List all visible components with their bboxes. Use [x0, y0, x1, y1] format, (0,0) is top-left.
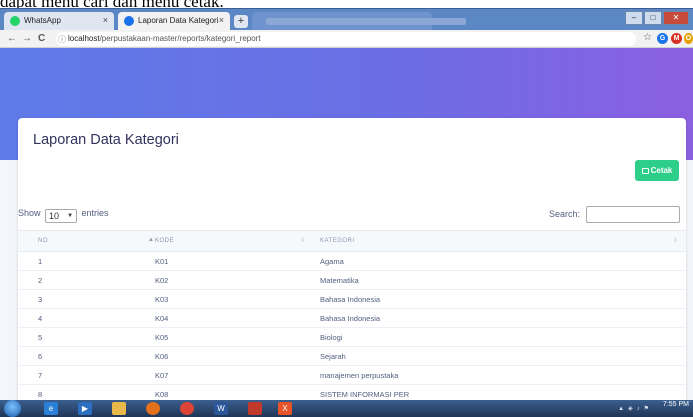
cell-kategori: Agama: [320, 257, 344, 266]
media-icon[interactable]: ▶: [78, 402, 92, 415]
cell-no: 7: [38, 371, 43, 380]
page-length-value: 10: [49, 211, 60, 221]
cell-no: 5: [38, 333, 43, 342]
whatsapp-icon: [10, 16, 20, 26]
report-card: Laporan Data Kategori Cetak Show 10 ▼ ent…: [18, 118, 686, 400]
table-row: 1 K01 Agama: [18, 252, 686, 271]
cell-kode: K08: [155, 390, 169, 399]
cell-no: 4: [38, 314, 43, 323]
bookmark-star-icon[interactable]: ☆: [643, 32, 652, 43]
cell-no: 6: [38, 352, 43, 361]
cell-no: 1: [38, 257, 43, 266]
page-length-select[interactable]: 10 ▼: [45, 209, 78, 223]
tab-blurred[interactable]: [252, 12, 466, 31]
tab-label: Laporan Data Kategori: [138, 16, 219, 25]
cell-kategori: Bahasa Indonesia: [320, 295, 381, 304]
search-input[interactable]: [586, 206, 680, 223]
table-row: 2 K02 Matematika: [18, 271, 686, 290]
address-bar: ← → C ⓘ localhost/perpustakaan-master/re…: [0, 30, 693, 48]
page-viewport: Laporan Data Kategori Cetak Show 10 ▼ ent…: [0, 48, 693, 400]
table-row: 5 K05 Biologi: [18, 328, 686, 347]
cell-kode: K07: [155, 371, 169, 380]
print-button[interactable]: Cetak: [635, 160, 679, 181]
forward-icon[interactable]: →: [22, 33, 32, 44]
print-button-label: Cetak: [650, 166, 673, 175]
column-header-no[interactable]: NO: [38, 238, 48, 244]
screenshot-frame: dapat menu cari dan menu cetak. WhatsApp…: [0, 0, 693, 417]
page-favicon-icon: [124, 16, 134, 26]
start-orb-icon[interactable]: [4, 400, 21, 417]
window-controls: – □ ✕: [625, 11, 689, 25]
printer-icon: [641, 168, 649, 174]
window-close-button[interactable]: ✕: [663, 11, 689, 25]
cell-kategori: Biologi: [320, 333, 343, 342]
cell-kategori: Matematika: [320, 276, 359, 285]
cell-no: 8: [38, 390, 43, 399]
chevron-down-icon: ▼: [67, 213, 74, 219]
show-label: Show: [18, 208, 41, 218]
word-icon[interactable]: W: [214, 402, 228, 415]
url-path: /perpustakaan-master/reports/kategori_re…: [99, 34, 261, 43]
blurred-tab-title: [266, 18, 466, 25]
sort-icon[interactable]: ⇕: [300, 237, 305, 244]
folder-icon[interactable]: [112, 402, 126, 415]
cell-kode: K02: [155, 276, 169, 285]
sort-icon[interactable]: ⇕: [673, 237, 678, 244]
table-row: 3 K03 Bahasa Indonesia: [18, 290, 686, 309]
extension-2-icon[interactable]: M: [671, 33, 682, 44]
info-icon[interactable]: ⓘ: [58, 34, 66, 45]
page-title: Laporan Data Kategori: [33, 132, 179, 148]
extension-3-icon[interactable]: O: [684, 33, 693, 44]
new-tab-button[interactable]: +: [234, 15, 248, 28]
back-icon[interactable]: ←: [7, 33, 17, 44]
maximize-button[interactable]: □: [644, 11, 662, 25]
browser-tabbar: WhatsApp × Laporan Data Kategori × + – □…: [0, 8, 693, 31]
cell-no: 3: [38, 295, 43, 304]
table-row: 7 K07 manajemen perpustaka: [18, 366, 686, 385]
system-tray-icons[interactable]: ▲◈♪⚑: [618, 405, 653, 412]
column-header-kode[interactable]: KODE: [155, 238, 174, 244]
cell-kode: K03: [155, 295, 169, 304]
cell-kategori: Sejarah: [320, 352, 346, 361]
cell-kode: K05: [155, 333, 169, 342]
xampp-icon[interactable]: X: [278, 402, 292, 415]
cell-kode: K06: [155, 352, 169, 361]
clock[interactable]: 7:55 PM: [663, 401, 689, 408]
entries-label: entries: [81, 208, 109, 218]
tab-close-icon[interactable]: ×: [103, 15, 108, 25]
url-field[interactable]: ⓘ localhost/perpustakaan-master/reports/…: [56, 32, 636, 46]
kategori-table: NO ▲ KODE ⇕ KATEGORI ⇕ 1 K01 Agama 2 K02…: [18, 230, 686, 400]
table-row: 8 K08 SISTEM INFORMASI PER: [18, 385, 686, 400]
minimize-button[interactable]: –: [625, 11, 643, 25]
tab-close-icon[interactable]: ×: [219, 15, 224, 25]
tab-label: WhatsApp: [24, 16, 61, 25]
tab-laporan[interactable]: Laporan Data Kategori ×: [118, 12, 230, 31]
cell-kode: K04: [155, 314, 169, 323]
cell-kategori: SISTEM INFORMASI PER: [320, 390, 410, 399]
page-length-control: Show 10 ▼ entries: [18, 208, 109, 223]
table-header: NO ▲ KODE ⇕ KATEGORI ⇕: [18, 230, 686, 252]
app-icon[interactable]: [248, 402, 262, 415]
os-taskbar: e ▶ W X ▲◈♪⚑ 7:55 PM: [0, 400, 693, 417]
cell-kode: K01: [155, 257, 169, 266]
chrome-icon[interactable]: [180, 402, 194, 415]
cell-kategori: manajemen perpustaka: [320, 371, 399, 380]
sort-asc-icon[interactable]: ▲: [148, 237, 154, 243]
table-row: 4 K04 Bahasa Indonesia: [18, 309, 686, 328]
ie-icon[interactable]: e: [44, 402, 58, 415]
column-header-kategori[interactable]: KATEGORI: [320, 238, 355, 244]
reload-icon[interactable]: C: [38, 33, 45, 44]
url-host: localhost: [68, 34, 100, 43]
extension-1-icon[interactable]: G: [657, 33, 668, 44]
clock-time: 7:55 PM: [662, 401, 689, 408]
cell-no: 2: [38, 276, 43, 285]
tab-whatsapp[interactable]: WhatsApp ×: [4, 12, 114, 31]
search-label: Search:: [548, 209, 580, 219]
table-row: 6 K06 Sejarah: [18, 347, 686, 366]
firefox-icon[interactable]: [146, 402, 160, 415]
cell-kategori: Bahasa Indonesia: [320, 314, 381, 323]
